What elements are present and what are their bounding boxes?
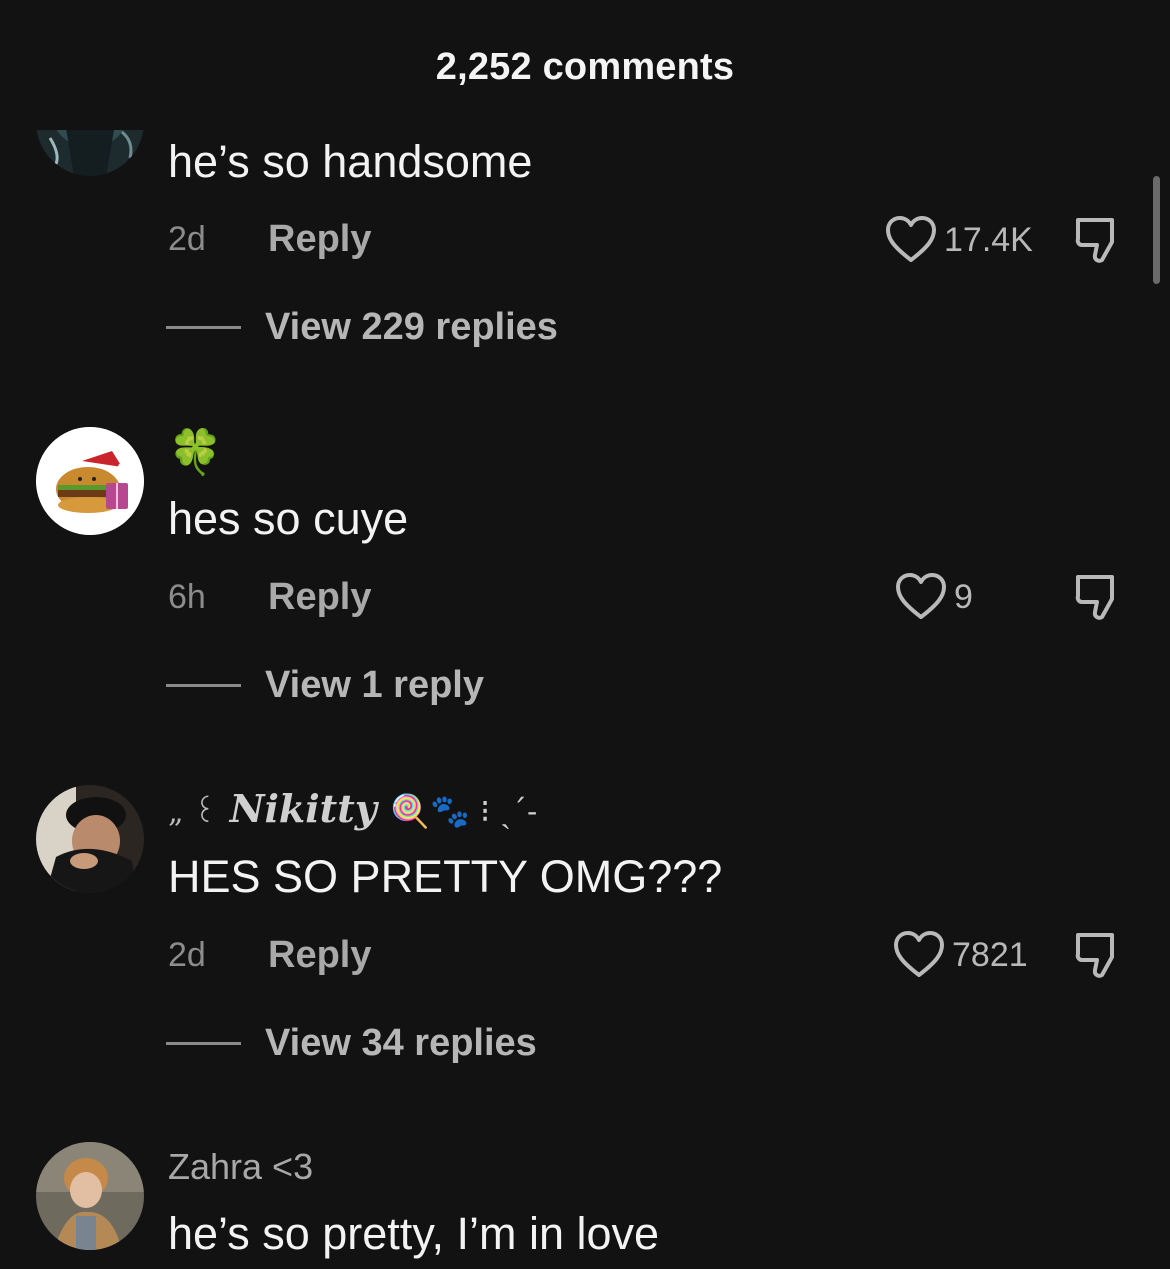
username[interactable]: 🍀: [168, 426, 223, 480]
like-button[interactable]: 7821: [892, 929, 1028, 981]
view-replies-button[interactable]: View 34 replies: [166, 1022, 537, 1065]
like-count: 7821: [952, 935, 1028, 974]
comment-text: hes so cuye: [168, 493, 409, 544]
heart-outline-icon: [896, 573, 946, 619]
scrollbar[interactable]: [1153, 176, 1160, 284]
username[interactable]: Zahra <3: [168, 1146, 313, 1188]
thumbs-down-icon[interactable]: [1072, 929, 1124, 981]
username[interactable]: „ ꒰ Nikitty 🍭🐾 ⁝ ˎˊ˗: [168, 786, 537, 831]
divider-line: [166, 326, 241, 329]
like-button[interactable]: 17.4K: [884, 214, 1033, 266]
username-prefix: „ ꒰: [168, 795, 217, 830]
username-suffix: 🍭🐾 ⁝ ˎˊ˗: [390, 792, 538, 830]
reply-button[interactable]: Reply: [268, 576, 371, 619]
comments-count-title-overlay: 2,252 comments: [435, 46, 735, 88]
comment-time: 2d: [168, 936, 206, 974]
divider-line: [166, 684, 241, 687]
thumbs-down-icon[interactable]: [1072, 571, 1124, 623]
reply-button[interactable]: Reply: [268, 934, 371, 977]
thumbs-down-icon[interactable]: [1072, 214, 1124, 266]
like-count: 17.4K: [944, 220, 1033, 259]
heart-outline-icon: [894, 931, 944, 977]
comment-time: 6h: [168, 578, 206, 616]
comment-time: 2d: [168, 220, 206, 258]
comment-text: he’s so handsome: [168, 136, 533, 187]
divider-line: [166, 1042, 241, 1045]
avatar[interactable]: [36, 785, 144, 893]
like-count: 9: [954, 577, 973, 616]
view-replies-label: View 34 replies: [265, 1022, 537, 1064]
reply-button[interactable]: Reply: [268, 218, 371, 261]
like-button[interactable]: 9: [894, 571, 973, 623]
avatar[interactable]: [36, 427, 144, 535]
heart-outline-icon: [886, 216, 936, 262]
comment-text: he’s so pretty, I’m in love: [168, 1208, 660, 1259]
view-replies-button[interactable]: View 1 reply: [166, 664, 484, 707]
comment-text: HES SO PRETTY OMG???: [168, 851, 723, 902]
view-replies-button[interactable]: View 229 replies: [166, 306, 558, 349]
view-replies-label: View 229 replies: [265, 306, 558, 348]
avatar[interactable]: [36, 1142, 144, 1250]
username-name: Nikitty: [229, 786, 377, 831]
view-replies-label: View 1 reply: [265, 664, 484, 706]
